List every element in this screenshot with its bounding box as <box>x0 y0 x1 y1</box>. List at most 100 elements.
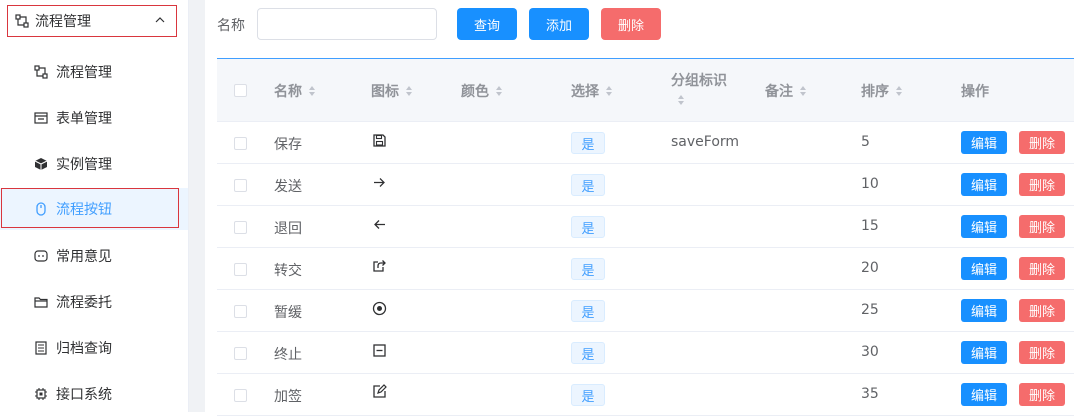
table-header: 名称 图标 颜色 选择 分组标识 备注 排序 操作 <box>217 59 1074 122</box>
workflow-icon <box>15 14 29 28</box>
sidebar: 流程管理 流程管理 表单管理 实例管理 流程按钮 常用意见 流程委托 归档查询 … <box>0 0 189 412</box>
row-delete-button[interactable]: 删除 <box>1019 341 1065 364</box>
row-name: 转交 <box>274 263 302 279</box>
edit-button[interactable]: 编辑 <box>961 173 1007 196</box>
sidebar-item-label: 流程管理 <box>56 65 112 81</box>
row-checkbox[interactable] <box>234 137 247 150</box>
sidebar-item-common-comments[interactable]: 常用意见 <box>0 235 188 277</box>
select-tag: 是 <box>571 174 605 196</box>
row-name: 发送 <box>274 179 302 195</box>
query-button[interactable]: 查询 <box>457 8 517 40</box>
sidebar-item-workflow[interactable]: 流程管理 <box>0 51 188 93</box>
column-header-group-id[interactable]: 分组标识 <box>671 70 727 110</box>
select-tag: 是 <box>571 384 605 406</box>
select-tag: 是 <box>571 342 605 364</box>
sidebar-item-delegation[interactable]: 流程委托 <box>0 281 188 323</box>
row-checkbox[interactable] <box>234 389 247 402</box>
column-header-select[interactable]: 选择 <box>571 81 613 101</box>
edit-button[interactable]: 编辑 <box>961 131 1007 154</box>
row-delete-button[interactable]: 删除 <box>1019 131 1065 154</box>
layout-gutter <box>189 0 205 412</box>
select-tag: 是 <box>571 300 605 322</box>
edit-button[interactable]: 编辑 <box>961 215 1007 238</box>
row-order: 25 <box>861 302 879 318</box>
row-order: 5 <box>861 134 870 150</box>
sidebar-item-flow-buttons[interactable]: 流程按钮 <box>0 188 188 230</box>
search-label: 名称 <box>217 18 245 34</box>
folder-icon <box>34 297 48 308</box>
select-tag: 是 <box>571 132 605 154</box>
form-icon <box>34 112 48 124</box>
column-header-actions: 操作 <box>961 84 989 100</box>
select-tag: 是 <box>571 216 605 238</box>
sidebar-item-label: 常用意见 <box>56 249 112 265</box>
column-header-color[interactable]: 颜色 <box>461 81 503 101</box>
sidebar-item-forms[interactable]: 表单管理 <box>0 97 188 139</box>
sidebar-item-label: 实例管理 <box>56 157 112 173</box>
edit-button[interactable]: 编辑 <box>961 299 1007 322</box>
row-checkbox[interactable] <box>234 263 247 276</box>
sort-icon <box>496 86 502 96</box>
row-delete-button[interactable]: 删除 <box>1019 383 1065 406</box>
row-name: 暂缓 <box>274 305 302 321</box>
sidebar-item-instances[interactable]: 实例管理 <box>0 143 188 185</box>
search-input[interactable] <box>257 8 437 40</box>
chip-icon <box>35 388 47 400</box>
row-name: 终止 <box>274 347 302 363</box>
select-tag: 是 <box>571 258 605 280</box>
row-delete-button[interactable]: 删除 <box>1019 257 1065 280</box>
select-all-checkbox[interactable] <box>234 84 247 97</box>
row-checkbox[interactable] <box>234 179 247 192</box>
row-order: 20 <box>861 260 879 276</box>
sort-icon <box>678 95 684 105</box>
sidebar-group-label: 流程管理 <box>35 14 91 30</box>
row-group-id: saveForm <box>671 134 740 150</box>
sidebar-item-label: 流程按钮 <box>56 202 112 218</box>
row-checkbox[interactable] <box>234 221 247 234</box>
row-checkbox[interactable] <box>234 347 247 360</box>
row-order: 30 <box>861 344 879 360</box>
sort-icon <box>309 86 315 96</box>
column-header-name[interactable]: 名称 <box>274 81 316 101</box>
mouse-icon <box>36 202 46 216</box>
save-icon <box>373 134 386 147</box>
sidebar-item-label: 表单管理 <box>56 111 112 127</box>
main-panel: 名称 查询 添加 删除 名称 图标 颜色 选择 分组标识 备注 排序 操作 保存… <box>205 0 1074 416</box>
sort-icon <box>606 86 612 96</box>
table-row: 暂缓 是 25 编辑 删除 <box>217 290 1074 332</box>
sidebar-group-header[interactable]: 流程管理 <box>7 5 177 37</box>
sort-icon <box>896 86 902 96</box>
row-order: 15 <box>861 218 879 234</box>
edit-button[interactable]: 编辑 <box>961 383 1007 406</box>
sort-icon <box>406 86 412 96</box>
archive-icon <box>35 341 47 355</box>
delete-button[interactable]: 删除 <box>601 8 661 40</box>
edit-button[interactable]: 编辑 <box>961 257 1007 280</box>
row-delete-button[interactable]: 删除 <box>1019 299 1065 322</box>
row-order: 10 <box>861 176 879 192</box>
column-header-order[interactable]: 排序 <box>861 81 903 101</box>
table-row: 退回 是 15 编辑 删除 <box>217 206 1074 248</box>
row-name: 保存 <box>274 137 302 153</box>
row-delete-button[interactable]: 删除 <box>1019 173 1065 196</box>
arrow-right-icon <box>374 178 385 187</box>
column-header-icon[interactable]: 图标 <box>371 81 413 101</box>
row-delete-button[interactable]: 删除 <box>1019 215 1065 238</box>
sidebar-item-label: 流程委托 <box>56 295 112 311</box>
row-checkbox[interactable] <box>234 305 247 318</box>
table-row: 保存 是 saveForm 5 编辑 删除 <box>217 122 1074 164</box>
sidebar-item-archive-query[interactable]: 归档查询 <box>0 327 188 369</box>
chevron-up-icon <box>155 17 165 23</box>
workflow-icon <box>34 65 48 79</box>
sidebar-item-interface-systems[interactable]: 接口系统 <box>0 373 188 415</box>
column-header-remark[interactable]: 备注 <box>765 81 807 101</box>
row-order: 35 <box>861 386 879 402</box>
arrow-left-icon <box>374 220 385 229</box>
record-icon <box>372 301 387 316</box>
add-button[interactable]: 添加 <box>529 8 589 40</box>
row-name: 退回 <box>274 221 302 237</box>
sort-icon <box>800 86 806 96</box>
table-row: 终止 是 30 编辑 删除 <box>217 332 1074 374</box>
cube-icon <box>34 158 48 170</box>
edit-button[interactable]: 编辑 <box>961 341 1007 364</box>
